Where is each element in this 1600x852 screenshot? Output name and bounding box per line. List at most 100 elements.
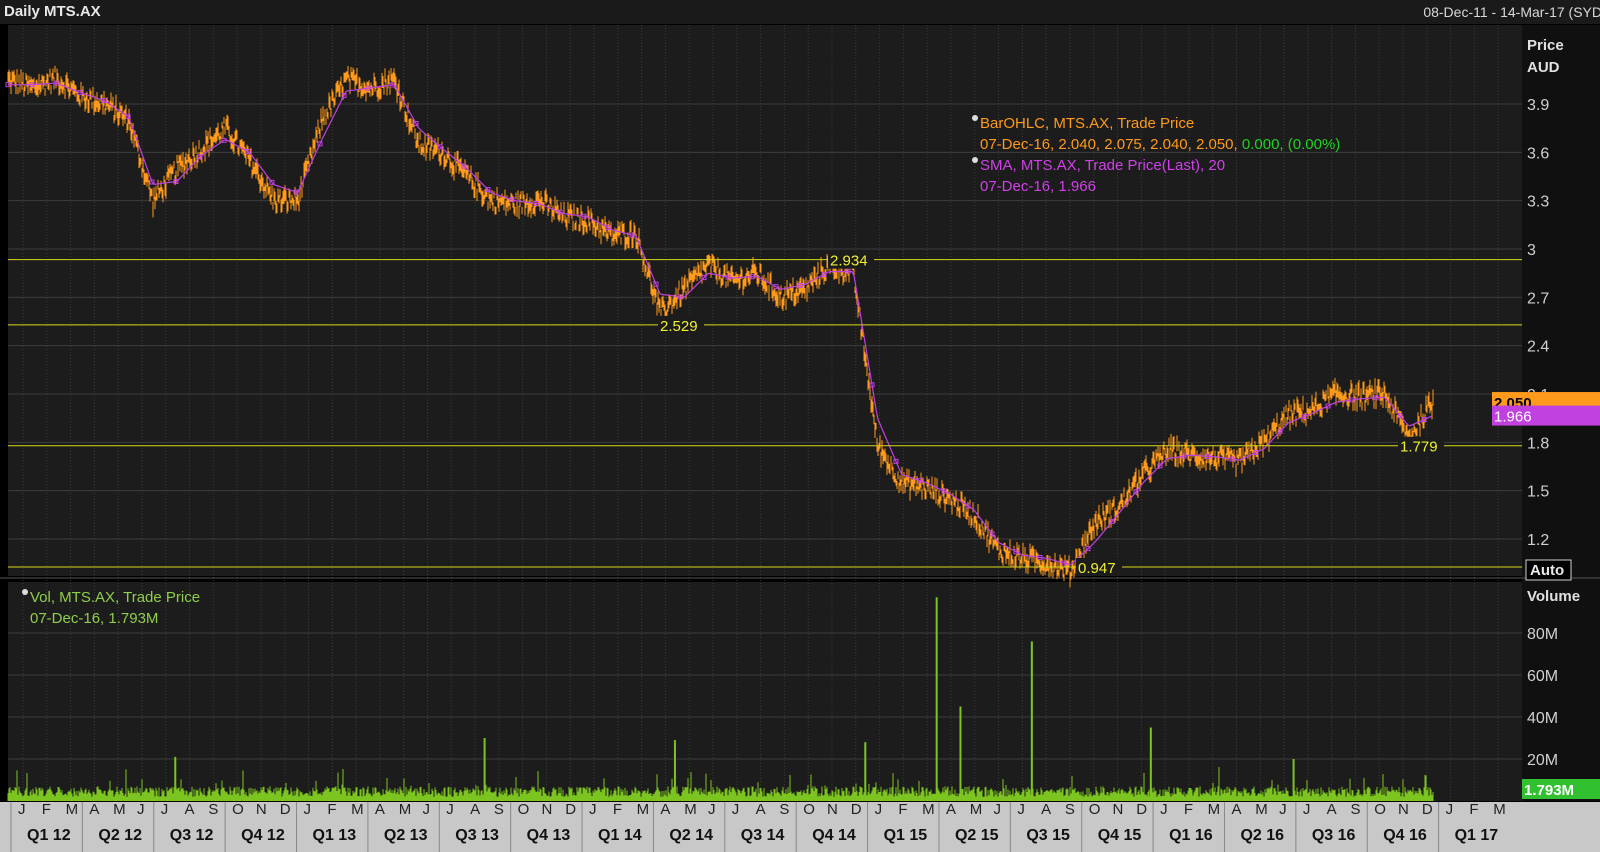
month-tick-label: M — [399, 801, 412, 818]
month-tick-label: J — [708, 801, 716, 818]
month-tick-label: M — [922, 801, 935, 818]
quarter-tick-label: Q4 16 — [1383, 827, 1427, 844]
month-tick-label: M — [113, 801, 126, 818]
chart-canvas[interactable]: 2.9342.5291.7790.947 3.93.63.332.72.42.1… — [0, 24, 1600, 852]
price-tick-label: 3.9 — [1527, 97, 1549, 114]
volume-tick-label: 80M — [1527, 626, 1558, 643]
month-tick-label: M — [1255, 801, 1268, 818]
month-tick-label: D — [1422, 801, 1433, 818]
quarter-tick-label: Q2 16 — [1240, 827, 1284, 844]
volume-legend: Vol, MTS.AX, Trade Price 07-Dec-16, 1.79… — [22, 587, 200, 629]
month-tick-label: F — [327, 801, 336, 818]
month-tick-label: N — [256, 801, 267, 818]
ohlc-change-pct: (0.00%) — [1287, 136, 1341, 153]
auto-button-text: Auto — [1530, 562, 1564, 579]
month-tick-label: D — [565, 801, 576, 818]
chart-title: Daily MTS.AX — [4, 3, 101, 20]
volume-panel-bg — [8, 582, 1522, 801]
volume-series-values: 07-Dec-16, 1.793M — [30, 610, 159, 627]
month-tick-label: M — [637, 801, 650, 818]
month-tick-label: O — [1374, 801, 1386, 818]
month-tick-label: N — [1398, 801, 1409, 818]
month-tick-label: S — [779, 801, 789, 818]
legend-dot-icon — [22, 589, 28, 595]
month-tick-label: J — [161, 801, 169, 818]
quarter-tick-label: Q3 14 — [741, 827, 785, 844]
quarter-tick-label: Q3 15 — [1026, 827, 1070, 844]
level-label: 1.779 — [1400, 439, 1438, 456]
quarter-tick-label: Q2 14 — [669, 827, 713, 844]
month-tick-label: F — [1469, 801, 1478, 818]
month-tick-label: O — [232, 801, 244, 818]
price-tick-label: 3.3 — [1527, 194, 1549, 211]
month-tick-label: J — [732, 801, 740, 818]
quarter-tick-label: Q4 15 — [1098, 827, 1142, 844]
month-tick-label: N — [827, 801, 838, 818]
month-tick-label: J — [589, 801, 597, 818]
volume-tick-label: 60M — [1527, 668, 1558, 685]
month-tick-label: A — [660, 801, 670, 818]
price-axis-unit: AUD — [1527, 59, 1560, 76]
quarter-tick-label: Q1 15 — [884, 827, 928, 844]
month-tick-label: F — [898, 801, 907, 818]
month-tick-label: A — [946, 801, 956, 818]
level-label: 2.934 — [830, 253, 868, 270]
quarter-tick-label: Q2 13 — [384, 827, 428, 844]
month-tick-label: J — [304, 801, 312, 818]
month-tick-label: A — [1231, 801, 1241, 818]
month-tick-label: O — [803, 801, 815, 818]
price-panel-bg — [8, 25, 1522, 576]
price-tick-label: 1.5 — [1527, 484, 1549, 501]
month-tick-label: J — [18, 801, 26, 818]
level-label: 2.529 — [660, 318, 698, 335]
month-tick-label: A — [756, 801, 766, 818]
price-tick-label: 1.2 — [1527, 532, 1549, 549]
quarter-tick-label: Q1 17 — [1455, 827, 1499, 844]
price-tick-label: 2.4 — [1527, 339, 1549, 356]
sma-badge-text: 1.966 — [1494, 409, 1532, 426]
month-tick-label: J — [1017, 801, 1024, 818]
month-tick-label: N — [541, 801, 552, 818]
month-tick-label: A — [375, 801, 385, 818]
month-tick-label: O — [1089, 801, 1101, 818]
month-tick-label: N — [1113, 801, 1124, 818]
month-tick-label: M — [1208, 801, 1221, 818]
quarter-tick-label: Q3 16 — [1312, 827, 1356, 844]
month-tick-label: S — [1350, 801, 1360, 818]
quarter-tick-label: Q2 12 — [98, 827, 142, 844]
legend-dot-icon — [972, 157, 978, 163]
month-tick-label: A — [89, 801, 99, 818]
date-range: 08-Dec-11 - 14-Mar-17 (SYD — [1423, 4, 1600, 20]
ohlc-series-name: BarOHLC, MTS.AX, Trade Price — [980, 115, 1195, 132]
month-tick-label: J — [994, 801, 1002, 818]
quarter-tick-label: Q3 12 — [170, 827, 214, 844]
month-tick-label: J — [1279, 801, 1287, 818]
volume-tick-label: 20M — [1527, 752, 1558, 769]
month-tick-label: J — [446, 801, 454, 818]
month-tick-label: F — [613, 801, 622, 818]
price-tick-label: 2.7 — [1527, 290, 1549, 307]
month-tick-label: S — [208, 801, 218, 818]
month-tick-label: J — [875, 801, 883, 818]
title-bar: Daily MTS.AX 08-Dec-11 - 14-Mar-17 (SYD — [0, 0, 1600, 24]
month-tick-label: M — [1493, 801, 1506, 818]
quarter-tick-label: Q2 15 — [955, 827, 999, 844]
quarter-tick-label: Q1 16 — [1169, 827, 1213, 844]
price-axis-label: Price — [1527, 37, 1564, 54]
month-tick-label: J — [137, 801, 145, 818]
sma-series-name: SMA, MTS.AX, Trade Price(Last), 20 — [980, 157, 1226, 174]
month-tick-label: D — [280, 801, 291, 818]
quarter-tick-label: Q4 12 — [241, 827, 285, 844]
volume-axis-label: Volume — [1527, 588, 1581, 605]
level-label: 0.947 — [1078, 560, 1116, 577]
quarter-tick-label: Q1 12 — [27, 827, 71, 844]
price-tick-label: 3.6 — [1527, 145, 1549, 162]
quarter-tick-label: Q4 13 — [527, 827, 571, 844]
month-tick-label: A — [185, 801, 195, 818]
month-tick-label: O — [518, 801, 530, 818]
volume-last-badge-text: 1.793M — [1524, 782, 1574, 799]
month-tick-label: M — [970, 801, 983, 818]
price-legend: BarOHLC, MTS.AX, Trade Price 07-Dec-16, … — [972, 113, 1340, 197]
volume-series-name: Vol, MTS.AX, Trade Price — [30, 589, 201, 606]
chart-background — [0, 24, 1600, 852]
